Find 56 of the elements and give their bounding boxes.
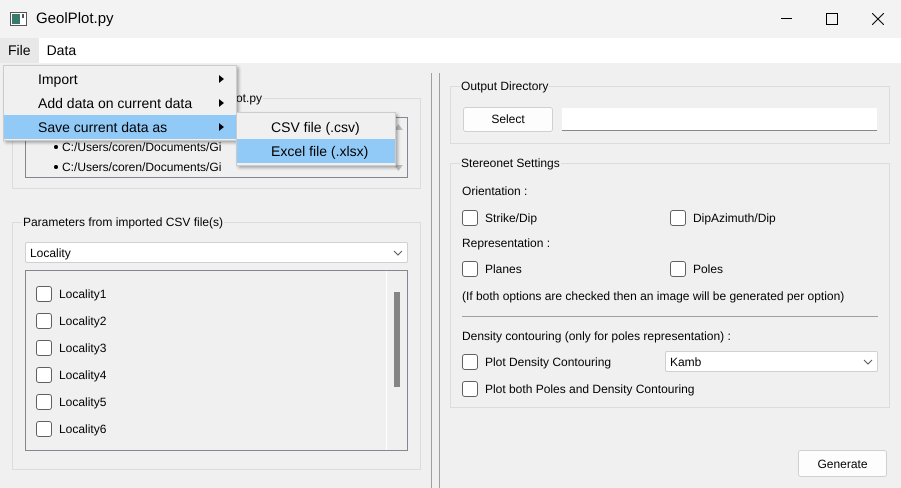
checkbox[interactable] bbox=[36, 286, 52, 302]
checkbox[interactable] bbox=[670, 210, 686, 226]
group-title: Parameters from imported CSV file(s) bbox=[22, 214, 224, 230]
menu-item[interactable]: File bbox=[0, 38, 39, 63]
checkbox-label: Poles bbox=[693, 261, 724, 278]
section-label: Orientation : bbox=[462, 183, 528, 200]
chevron-down-icon bbox=[863, 358, 873, 364]
checkbox[interactable] bbox=[36, 367, 52, 383]
app-icon bbox=[10, 12, 27, 26]
bullet-icon bbox=[54, 165, 58, 169]
scroll-up-icon[interactable] bbox=[394, 124, 402, 130]
select-button[interactable]: Select bbox=[463, 106, 553, 132]
submenu-arrow-icon bbox=[219, 99, 224, 107]
checkbox-label: Locality3 bbox=[59, 340, 106, 357]
checkbox-label: Planes bbox=[485, 261, 522, 278]
group-title: Output Directory bbox=[460, 78, 550, 94]
checkbox[interactable] bbox=[462, 354, 478, 370]
checkbox-label: Locality6 bbox=[59, 421, 106, 438]
checkbox-label: Locality4 bbox=[59, 367, 106, 384]
scroll-down-icon[interactable] bbox=[394, 165, 402, 171]
submenu-arrow-icon bbox=[219, 123, 224, 131]
checkbox[interactable] bbox=[462, 381, 478, 397]
checkbox[interactable] bbox=[670, 261, 686, 277]
checkbox[interactable] bbox=[36, 394, 52, 410]
menu-entry[interactable]: Import bbox=[4, 67, 236, 91]
menu-entry[interactable]: Excel file (.xlsx) bbox=[237, 139, 395, 163]
note-text: (If both options are checked then an image will be generated per option) bbox=[462, 288, 846, 305]
scrollbar-thumb[interactable] bbox=[394, 292, 400, 387]
checkbox-label: Strike/Dip bbox=[485, 210, 538, 227]
checkbox[interactable] bbox=[462, 210, 478, 226]
dropdown[interactable]: Locality bbox=[25, 242, 408, 263]
window-title: GeolPlot.py bbox=[36, 8, 114, 29]
menu-entry[interactable]: Add data on current data bbox=[4, 91, 236, 115]
generate-button[interactable]: Generate bbox=[798, 450, 887, 477]
checkbox-label: Locality2 bbox=[59, 313, 106, 330]
submenu-arrow-icon bbox=[219, 75, 224, 83]
checkbox-label: DipAzimuth/Dip bbox=[693, 210, 776, 227]
menu-entry[interactable]: CSV file (.csv) bbox=[237, 115, 395, 139]
checkbox[interactable] bbox=[36, 313, 52, 329]
directory-field[interactable] bbox=[562, 108, 877, 130]
checkbox-label: Locality1 bbox=[59, 286, 106, 303]
section-label: Representation : bbox=[462, 235, 552, 252]
checkbox[interactable] bbox=[36, 421, 52, 437]
checkbox-label: Plot both Poles and Density Contouring bbox=[485, 381, 694, 398]
checkbox[interactable] bbox=[36, 340, 52, 356]
checkbox-label: Locality5 bbox=[59, 394, 106, 411]
dropdown[interactable]: Kamb bbox=[665, 351, 878, 372]
bullet-icon bbox=[54, 145, 58, 149]
file-path: C:/Users/coren/Documents/Gi bbox=[62, 139, 222, 156]
file-path: C:/Users/coren/Documents/Gi bbox=[62, 159, 222, 176]
checkbox[interactable] bbox=[462, 261, 478, 277]
chevron-down-icon bbox=[393, 250, 403, 256]
section-label: Density contouring (only for poles representation) : bbox=[462, 328, 732, 345]
checkbox-label: Plot Density Contouring bbox=[485, 354, 612, 370]
menu-entry[interactable]: Save current data as bbox=[4, 115, 236, 139]
group-title: Stereonet Settings bbox=[460, 155, 561, 171]
